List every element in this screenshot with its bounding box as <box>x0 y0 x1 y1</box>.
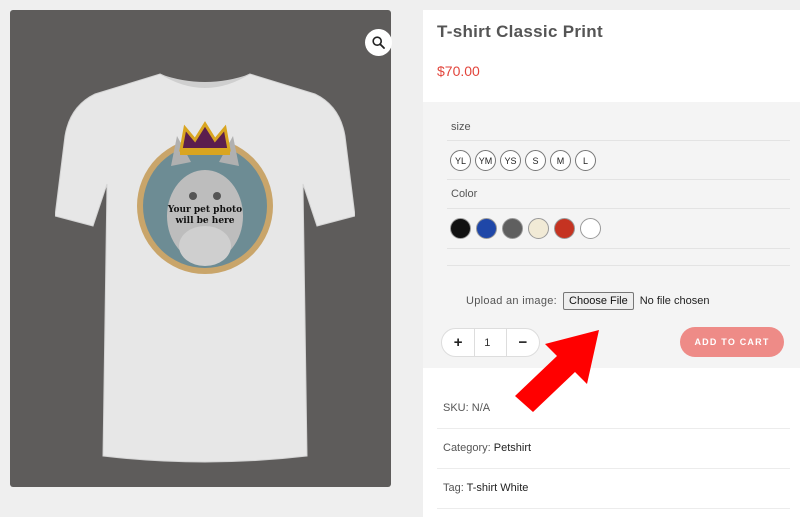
color-swatch-cream[interactable] <box>528 218 549 239</box>
color-label: Color <box>451 188 478 200</box>
product-price: $70.00 <box>437 63 480 79</box>
divider <box>447 265 790 266</box>
divider <box>437 508 790 509</box>
divider <box>437 428 790 429</box>
category-label: Category: <box>443 442 491 454</box>
product-title: T-shirt Classic Print <box>437 22 603 41</box>
color-swatch-gray[interactable] <box>502 218 523 239</box>
divider <box>447 208 790 209</box>
print-text-line1: Your pet photo <box>167 205 242 215</box>
divider <box>447 140 790 141</box>
search-icon <box>372 36 385 49</box>
quantity-plus-button[interactable]: + <box>442 329 474 356</box>
category-meta: Category: Petshirt <box>443 442 531 454</box>
upload-label: Upload an image: <box>466 295 558 307</box>
size-label: size <box>451 121 471 133</box>
print-text-line2: will be here <box>174 216 234 226</box>
tag-label: Tag: <box>443 482 464 494</box>
image-upload: Upload an image: Choose File No file cho… <box>466 292 709 310</box>
tag-link[interactable]: T-shirt White <box>467 482 529 494</box>
sku-meta: SKU: N/A <box>443 402 490 414</box>
category-link[interactable]: Petshirt <box>494 442 531 454</box>
quantity-input[interactable]: 1 <box>474 329 507 356</box>
product-image: Your pet photo will be here <box>55 73 355 463</box>
choose-file-button[interactable]: Choose File <box>563 292 634 310</box>
color-swatch-black[interactable] <box>450 218 471 239</box>
size-option-l[interactable]: L <box>575 150 596 171</box>
size-option-yl[interactable]: YL <box>450 150 471 171</box>
divider <box>447 248 790 249</box>
size-option-s[interactable]: S <box>525 150 546 171</box>
size-option-m[interactable]: M <box>550 150 571 171</box>
zoom-button[interactable] <box>365 29 392 56</box>
color-swatch-blue[interactable] <box>476 218 497 239</box>
sku-label: SKU: <box>443 402 469 414</box>
color-swatch-white[interactable] <box>580 218 601 239</box>
size-options: YL YM YS S M L <box>450 150 596 171</box>
add-to-cart-button[interactable]: ADD TO CART <box>680 327 784 357</box>
color-options <box>450 218 601 239</box>
divider <box>447 179 790 180</box>
size-option-ym[interactable]: YM <box>475 150 496 171</box>
file-status: No file chosen <box>639 295 710 307</box>
tag-meta: Tag: T-shirt White <box>443 482 528 494</box>
arrow-annotation-icon <box>515 330 599 412</box>
divider <box>437 468 790 469</box>
color-swatch-red[interactable] <box>554 218 575 239</box>
product-gallery: Your pet photo will be here <box>10 10 392 487</box>
sku-value: N/A <box>471 402 491 414</box>
size-option-ys[interactable]: YS <box>500 150 521 171</box>
